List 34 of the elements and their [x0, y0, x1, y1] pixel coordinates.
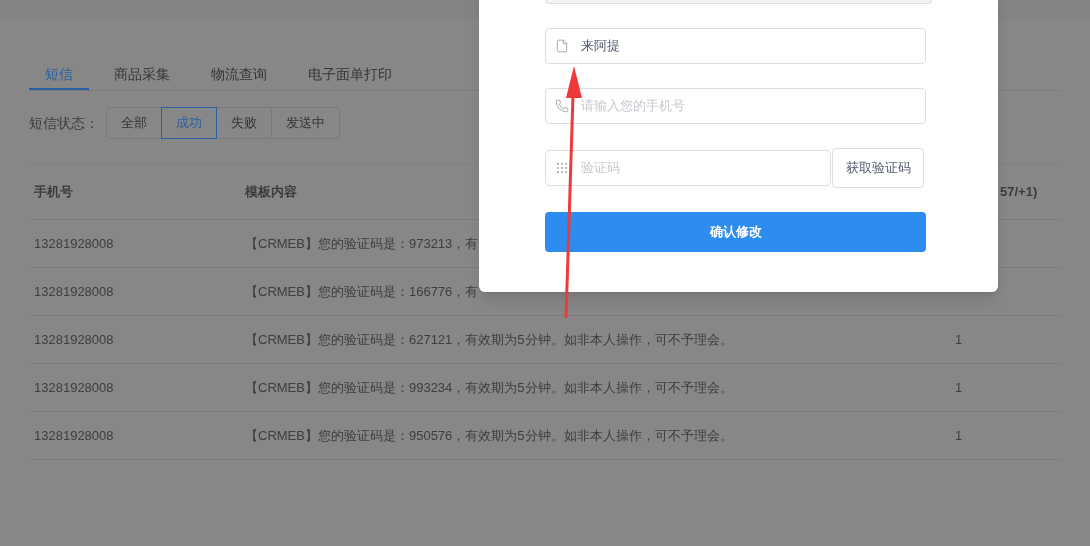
column-header: 手机号	[33, 183, 74, 202]
code-field[interactable]: 验证码	[545, 150, 831, 186]
code-input-field[interactable]: 验证码	[581, 158, 821, 178]
phone-cell-text: 13281928008	[33, 282, 115, 301]
phone-cell-text: 13281928008	[33, 234, 115, 253]
phone-cell-text: 13281928008	[33, 426, 115, 445]
tab[interactable]: 短信	[29, 60, 89, 90]
content-cell: 【CRMEB】您的验证码是：993234，有效期为5分钟。如非本人操作，可不予理会。	[245, 379, 733, 395]
content-cell: 【CRMEB】您的验证码是：627121，有效期为5分钟。如非本人操作，可不予理会。	[245, 331, 733, 347]
document-icon	[555, 39, 569, 53]
tab[interactable]: 电子面单打印	[292, 60, 408, 90]
phone-cell-text: 13281928008	[33, 330, 115, 349]
count-cell-text: 1	[955, 330, 963, 349]
phone-icon	[555, 99, 569, 113]
content-cell: 【CRMEB】您的验证码是：973213，有	[245, 235, 479, 251]
column-header: 模板内容	[245, 183, 298, 202]
status-option[interactable]: 发送中	[271, 107, 340, 139]
status-option[interactable]: 失败	[216, 107, 272, 139]
column-header: 57/+1)	[999, 183, 1038, 202]
content-cell: 【CRMEB】您的验证码是：166776，有	[245, 283, 479, 299]
filter-label: 短信状态：	[29, 113, 99, 133]
confirm-button[interactable]: 确认修改	[545, 212, 926, 252]
content-cell: 【CRMEB】您的验证码是：950576，有效期为5分钟。如非本人操作，可不予理会。	[245, 427, 733, 443]
status-option[interactable]: 全部	[106, 107, 162, 139]
count-cell-text: 1	[955, 378, 963, 397]
tab[interactable]: 物流查询	[195, 60, 283, 90]
grid-icon	[555, 161, 569, 175]
status-option[interactable]: 成功	[161, 107, 217, 139]
count-cell-text: 1	[955, 426, 963, 445]
name-field[interactable]: 来阿提	[545, 28, 926, 64]
tab[interactable]: 商品采集	[98, 60, 186, 90]
get-code-button[interactable]: 获取验证码	[832, 148, 924, 188]
phone-cell-text: 13281928008	[33, 378, 115, 397]
input-field[interactable]: 来阿提	[581, 36, 916, 56]
